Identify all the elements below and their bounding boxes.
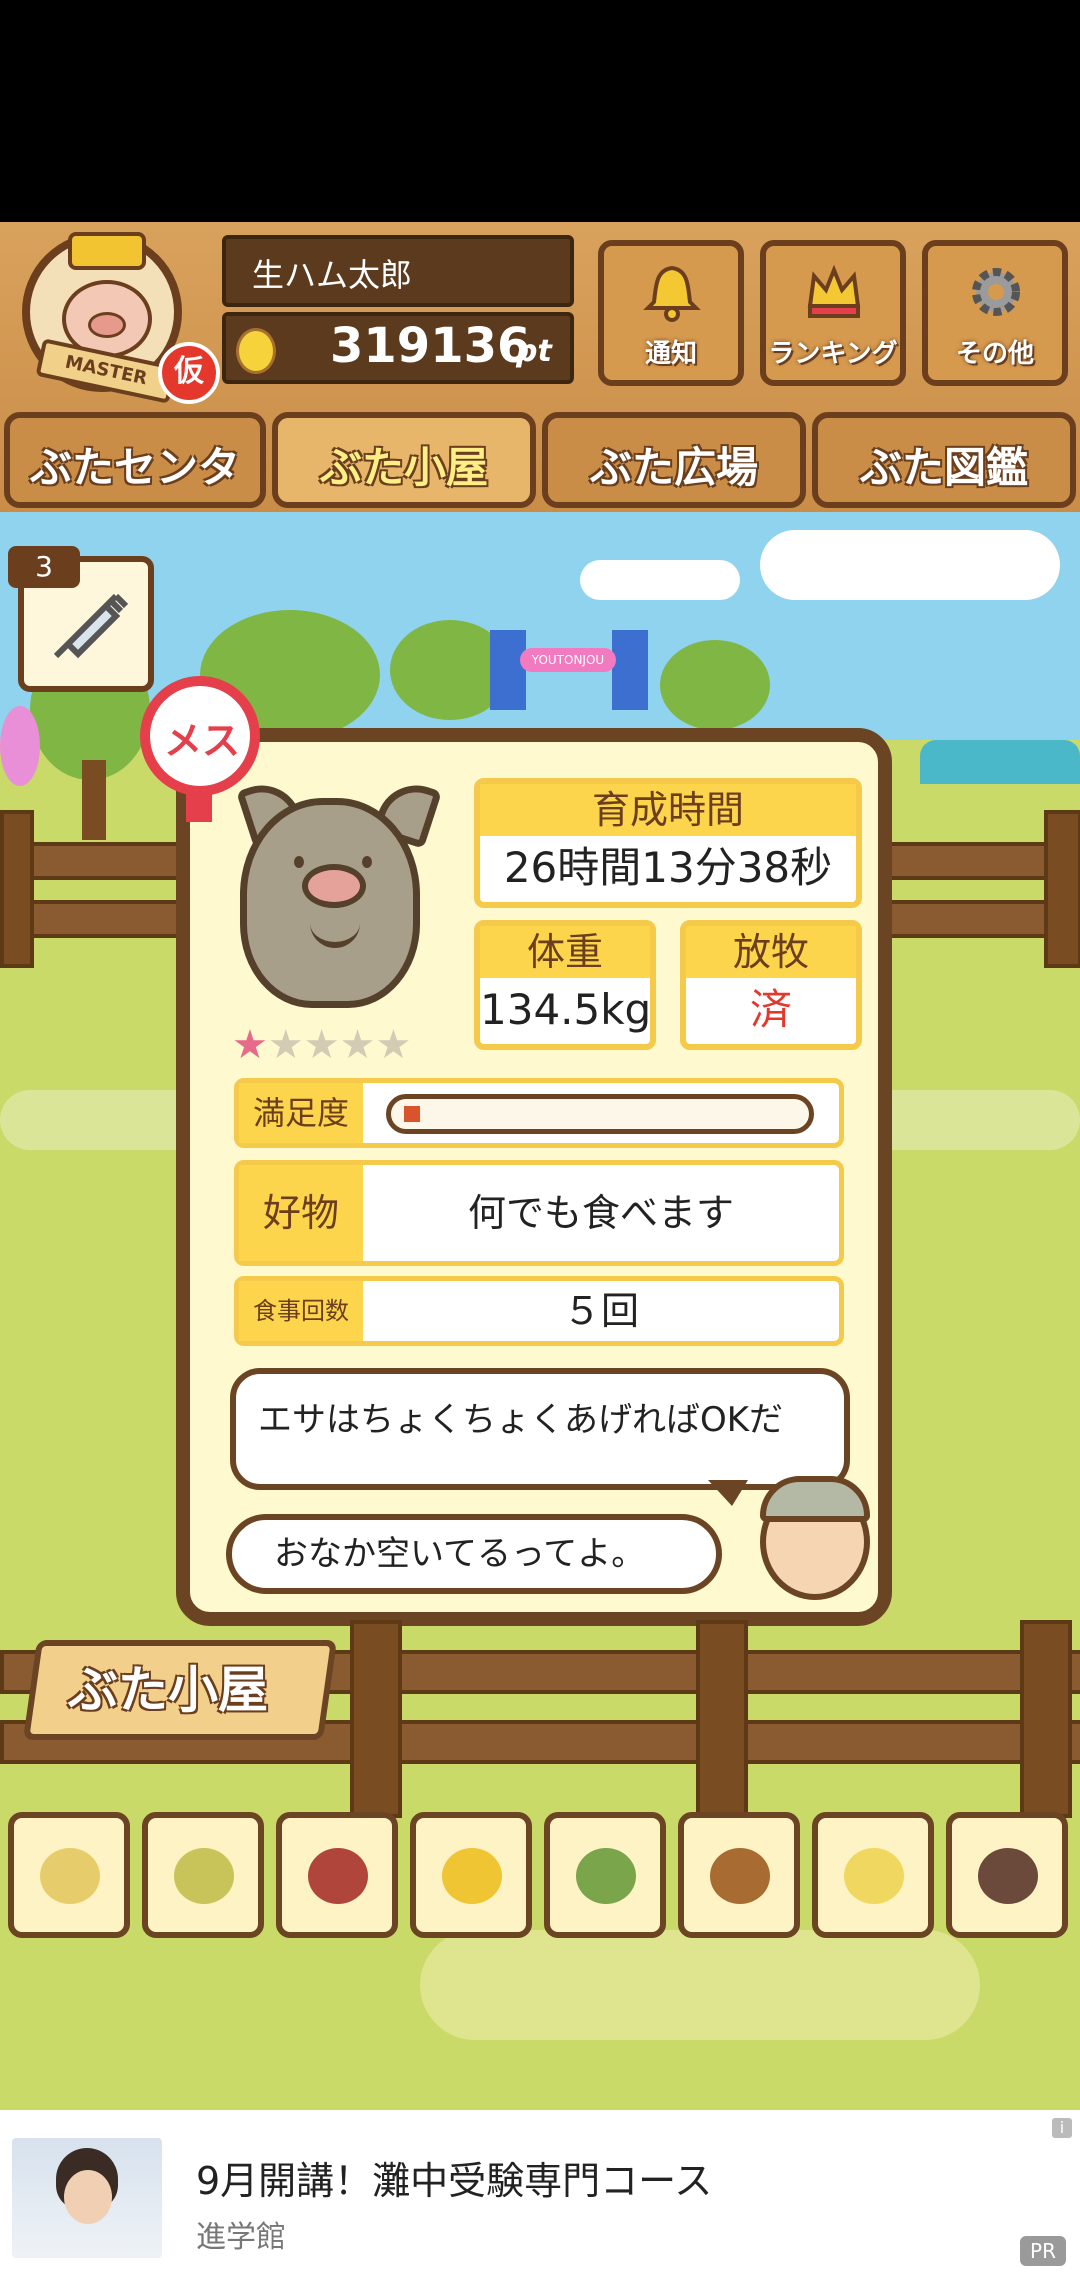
food-slot[interactable] (544, 1812, 666, 1938)
avatar-crown-icon (68, 232, 146, 270)
ranking-label: ランキング (768, 339, 898, 369)
weight-box: 体重 134.5kg (474, 920, 656, 1050)
weight-label: 体重 (480, 926, 650, 978)
tree-trunk (82, 760, 106, 840)
tab-pig-plaza[interactable]: ぶた広場 (542, 412, 806, 508)
satisfaction-label: 満足度 (239, 1083, 363, 1143)
farmer-speech-bubble: エサはちょくちょくあげればOKだ (230, 1368, 850, 1490)
fence-post (1020, 1620, 1072, 1818)
fence-post (350, 1620, 402, 1818)
fence-post (696, 1620, 748, 1818)
farmer-speech-text: エサはちょくちょくあげればOKだ (258, 1400, 784, 1440)
gate-sign: YOUTONJOU (520, 648, 616, 672)
playground-fence (920, 740, 1080, 784)
bubble-tail (708, 1480, 748, 1506)
growth-time-box: 育成時間 26時間13分38秒 (474, 778, 862, 908)
pig-eye (362, 856, 372, 868)
gate-tower (490, 630, 526, 710)
grazing-label: 放牧 (686, 926, 856, 978)
rating-star: ★ (303, 1022, 340, 1068)
fence-post (0, 810, 34, 968)
beans-icon (40, 1848, 100, 1904)
favorite-food-label: 好物 (239, 1165, 363, 1261)
growth-time-label: 育成時間 (480, 784, 856, 836)
notification-button[interactable]: 通知 (598, 240, 744, 386)
food-slot[interactable] (678, 1812, 800, 1938)
female-symbol-icon (186, 788, 212, 822)
balloons (0, 706, 40, 786)
weight-value: 134.5kg (480, 985, 652, 1034)
fence-post (1044, 810, 1080, 968)
corn-icon (442, 1848, 502, 1904)
grazing-value: 済 (749, 985, 792, 1034)
vegetable-icon (576, 1848, 636, 1904)
gate-tower (612, 630, 648, 710)
satisfaction-bar-fill (404, 1106, 420, 1122)
avatar-pig-nose (88, 312, 126, 338)
cloud (580, 560, 740, 600)
pig-speech-bubble: おなか空いてるってよ。 (226, 1514, 722, 1594)
food-slot[interactable] (142, 1812, 264, 1938)
favorite-food-value: 何でも食べます (467, 1191, 734, 1235)
acorn-icon (710, 1848, 770, 1904)
rating-star: ★ (232, 1022, 268, 1068)
food-slot[interactable] (410, 1812, 532, 1938)
pig-speech-text: おなか空いてるってよ。 (274, 1534, 646, 1574)
location-sign-label: ぶた小屋 (68, 1661, 268, 1719)
tab-pig-plaza-label: ぶた広場 (589, 443, 758, 492)
pig-nose (302, 864, 366, 908)
ad-title[interactable]: 9月開講！灘中受験専門コース (196, 2150, 712, 2205)
ground-patch (420, 1930, 980, 2040)
tree (660, 640, 770, 730)
ad-pr-badge: PR (1020, 2236, 1066, 2266)
grazing-box: 放牧 済 (680, 920, 862, 1050)
tab-pig-encyclopedia-label: ぶた図鑑 (859, 443, 1028, 492)
tab-pig-center[interactable]: ぶたセンター (4, 412, 266, 553)
ad-person-face (64, 2170, 112, 2224)
points-value: 319136 (330, 318, 531, 374)
grain-plate-icon (844, 1848, 904, 1904)
cloud (760, 530, 1060, 600)
mixed-beans-icon (174, 1848, 234, 1904)
farmer-hat (760, 1476, 870, 1522)
bell-icon (643, 265, 701, 322)
food-slot[interactable] (8, 1812, 130, 1938)
settings-button[interactable]: その他 (922, 240, 1068, 386)
meal-count-row: 食事回数 ５回 (234, 1276, 844, 1346)
food-slot[interactable] (946, 1812, 1068, 1938)
username-display: 生ハム太郎 (222, 235, 574, 307)
gear-icon (972, 268, 1020, 316)
pig-eye (294, 856, 304, 868)
tab-pig-encyclopedia[interactable]: ぶた図鑑 (812, 412, 1076, 508)
ad-info-icon[interactable]: i (1052, 2118, 1072, 2138)
tab-pig-hut[interactable]: ぶた小屋 (272, 412, 536, 508)
provisional-badge: 仮 (158, 342, 220, 404)
rating-star: ★ (339, 1022, 376, 1068)
syringe-count: 3 (8, 546, 80, 588)
meal-count-value: ５回 (562, 1289, 639, 1333)
rating-stars: ★★★★★ (232, 1025, 452, 1065)
settings-label: その他 (955, 339, 1034, 369)
ad-sponsor: 進学館 (196, 2220, 286, 2255)
notification-label: 通知 (644, 339, 697, 369)
meal-count-label: 食事回数 (239, 1281, 363, 1341)
ranking-button[interactable]: ランキング (760, 240, 906, 386)
satisfaction-bar (386, 1094, 814, 1134)
points-unit: pt (516, 334, 552, 369)
tab-pig-hut-label: ぶた小屋 (319, 443, 488, 492)
coin-icon (236, 328, 276, 374)
rating-star: ★ (375, 1022, 412, 1068)
growth-time-value: 26時間13分38秒 (503, 843, 833, 892)
gender-label: メス (164, 719, 241, 763)
food-slot[interactable] (276, 1812, 398, 1938)
sweet-potato-icon (308, 1848, 368, 1904)
crown-icon (807, 264, 861, 318)
rating-star: ★ (267, 1022, 304, 1068)
favorite-food-row: 好物 何でも食べます (234, 1160, 844, 1266)
meat-plate-icon (978, 1848, 1038, 1904)
syringe-icon (53, 593, 129, 659)
food-slot[interactable] (812, 1812, 934, 1938)
